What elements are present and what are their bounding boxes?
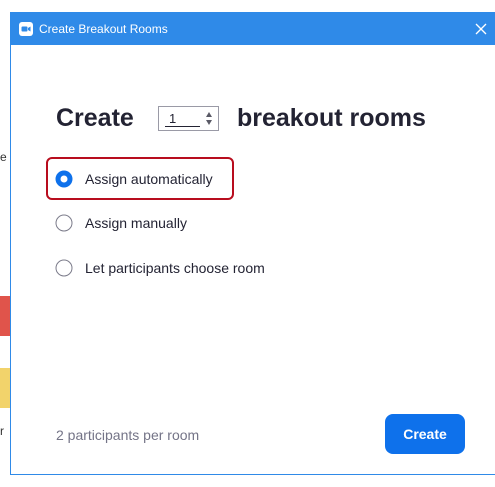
close-icon[interactable]: [471, 19, 491, 39]
background-text: r: [0, 424, 4, 438]
background-text: e: [0, 150, 7, 164]
stepper-down-icon[interactable]: [205, 119, 213, 126]
zoom-app-icon: [19, 22, 33, 36]
radio-selected-icon[interactable]: [55, 170, 73, 188]
participants-per-room-text: 2 participants per room: [56, 427, 200, 443]
window-title: Create Breakout Rooms: [39, 22, 168, 36]
option-label: Let participants choose room: [85, 260, 265, 276]
create-button[interactable]: Create: [385, 414, 465, 454]
heading-create-label: Create: [56, 104, 134, 132]
stepper-up-icon[interactable]: [205, 111, 213, 118]
background-strip-red: [0, 296, 10, 336]
title-bar: Create Breakout Rooms: [11, 13, 495, 45]
option-label: Assign automatically: [85, 171, 213, 187]
background-strip-yellow: [0, 368, 10, 408]
text-cursor-underline: [165, 126, 200, 127]
rooms-count-value[interactable]: 1: [169, 111, 176, 127]
heading-breakout-rooms-label: breakout rooms: [237, 104, 426, 132]
radio-unselected-icon[interactable]: [55, 259, 73, 277]
option-label: Assign manually: [85, 215, 187, 231]
radio-unselected-icon[interactable]: [55, 214, 73, 232]
rooms-count-stepper[interactable]: 1: [158, 106, 219, 131]
create-breakout-rooms-dialog: Create Breakout Rooms Create 1 breakout …: [10, 12, 495, 475]
